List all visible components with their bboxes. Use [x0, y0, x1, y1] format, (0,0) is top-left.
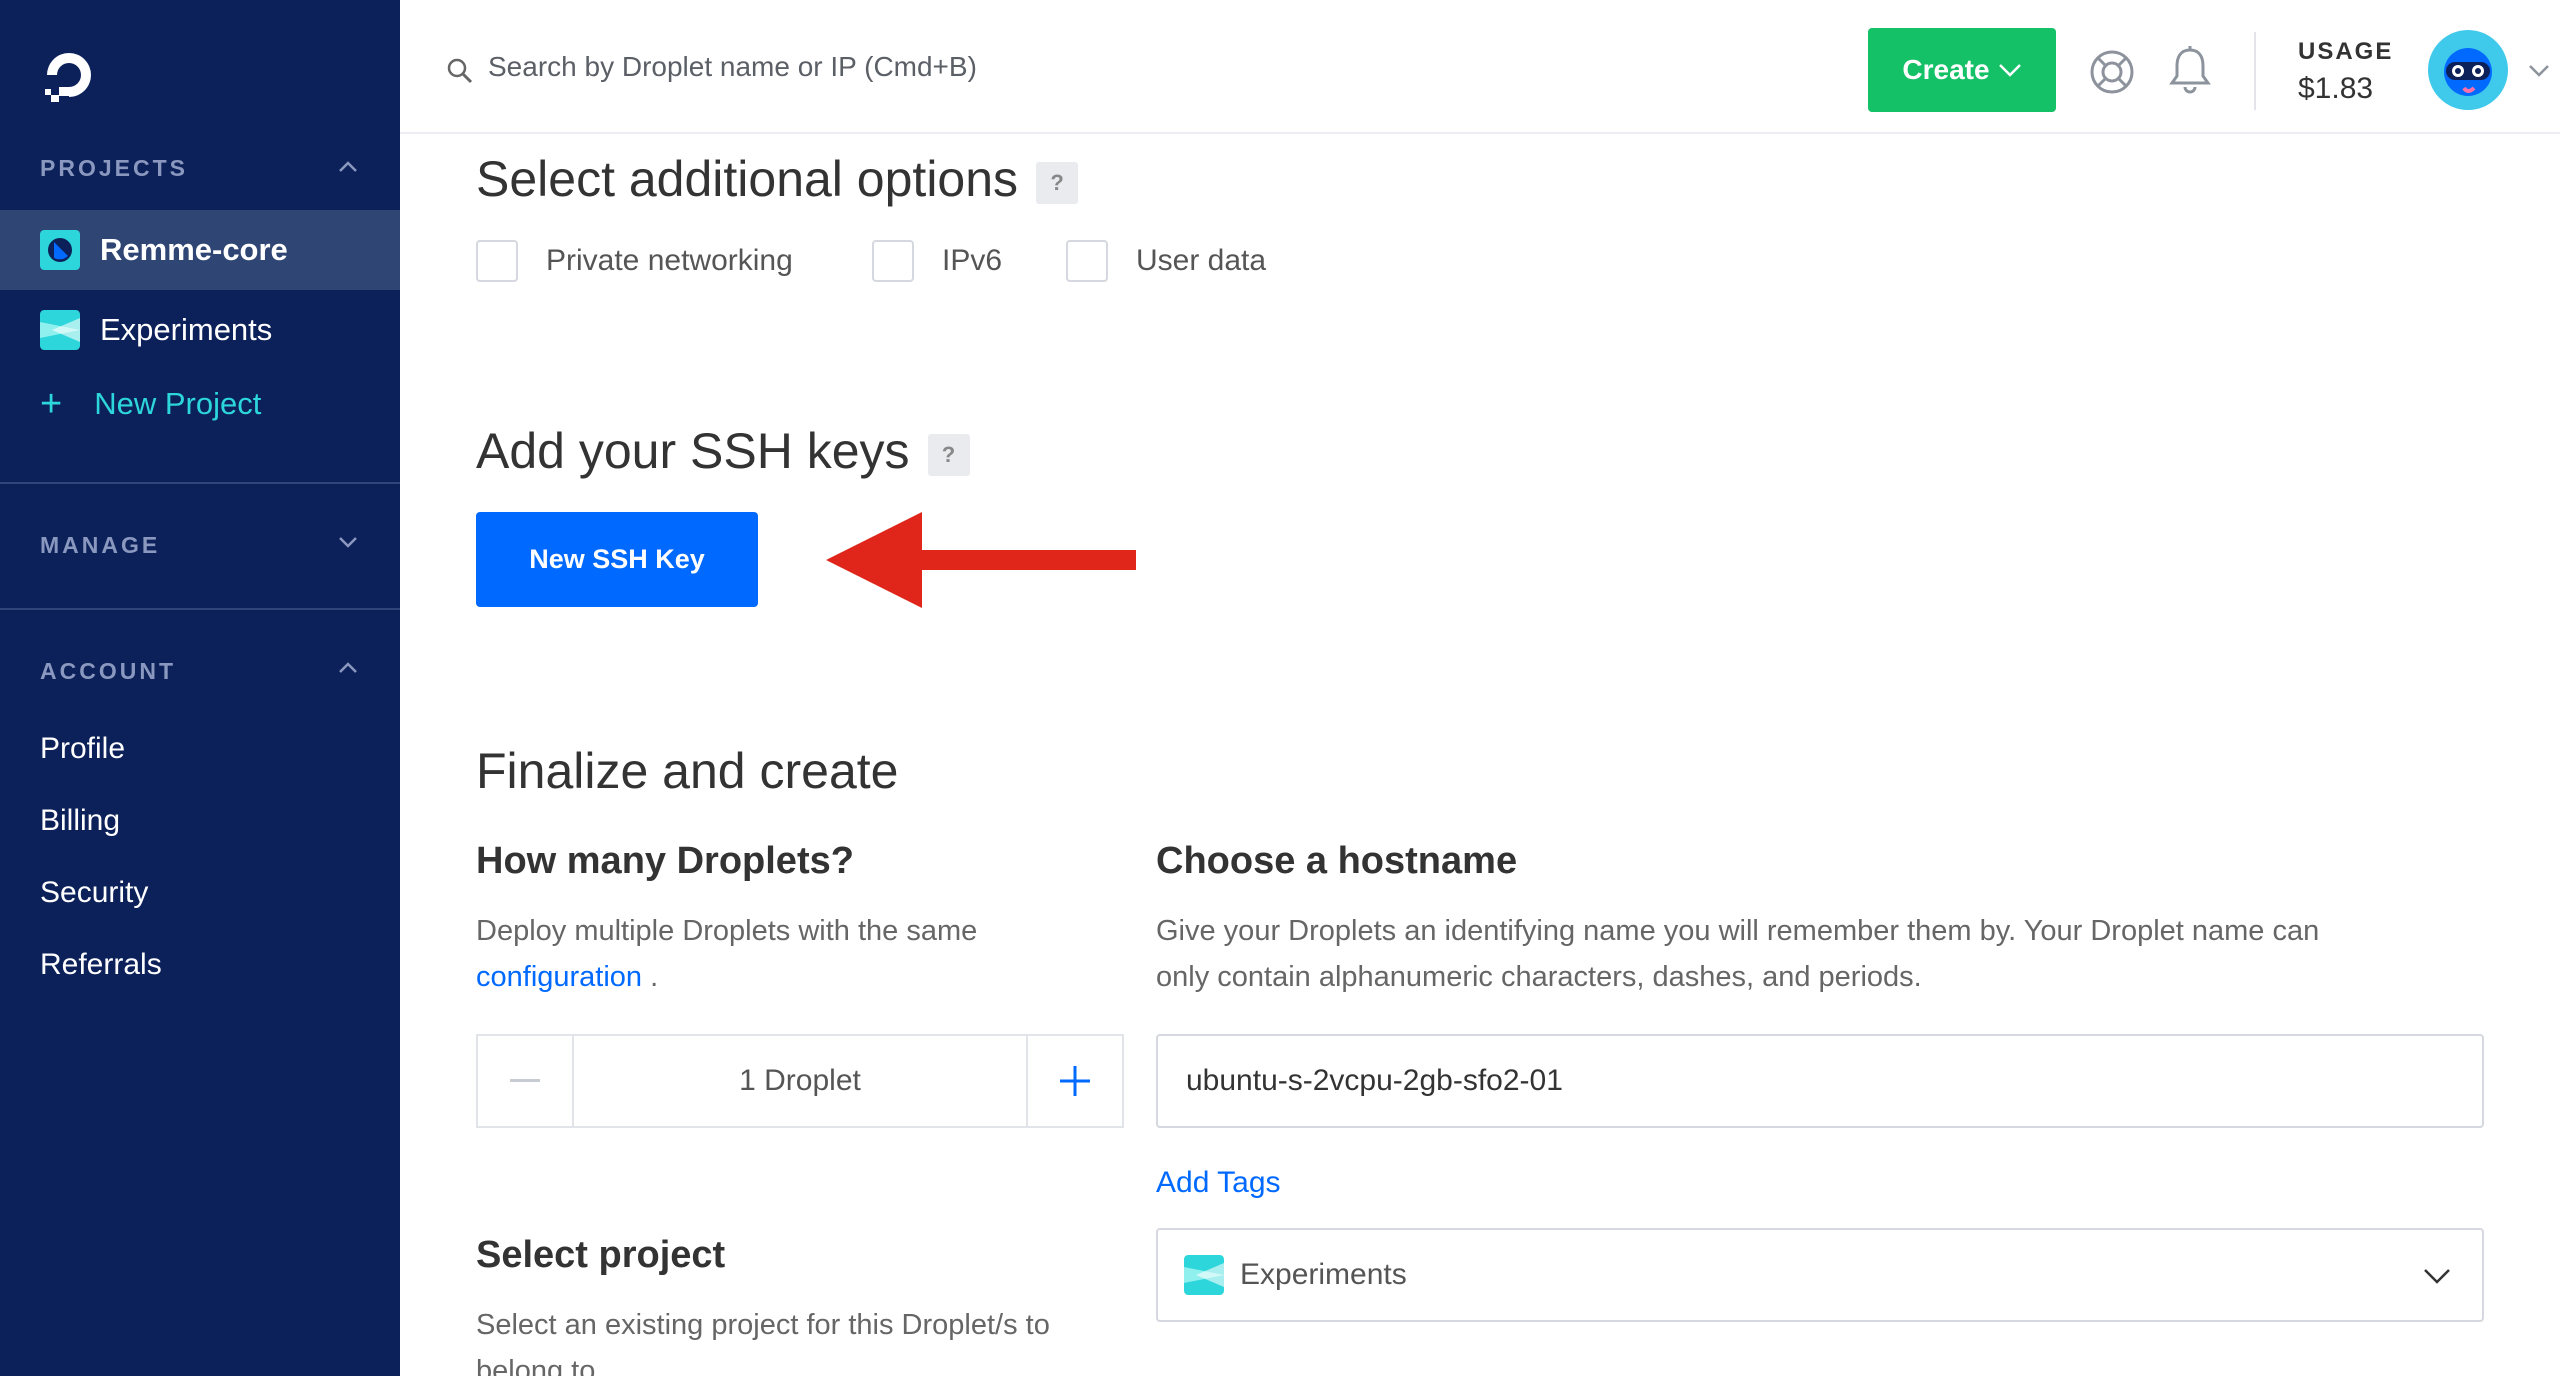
option-ipv6[interactable]: IPv6	[872, 240, 1002, 282]
chevron-up-icon[interactable]	[336, 656, 360, 680]
new-project-link[interactable]: + New Project	[40, 385, 261, 423]
account-section-title[interactable]: ACCOUNT	[40, 658, 176, 685]
droplets-desc-period: .	[650, 961, 659, 993]
configuration-link[interactable]: configuration	[476, 961, 642, 993]
new-project-label: New Project	[94, 386, 262, 421]
project-label: Experiments	[100, 312, 273, 347]
option-label: IPv6	[942, 244, 1003, 277]
search-icon	[447, 58, 473, 84]
chevron-down-icon[interactable]	[336, 530, 360, 554]
project-icon	[1184, 1255, 1224, 1295]
projects-section-title: PROJECTS	[40, 155, 188, 181]
project-icon	[40, 310, 80, 350]
additional-options-title-text: Select additional options	[476, 151, 1019, 207]
sidebar-link-security[interactable]: Security	[40, 876, 148, 910]
sidebar-project-experiments[interactable]: Experiments	[0, 290, 400, 370]
help-lifebuoy-icon[interactable]	[2088, 48, 2136, 96]
sidebar: PROJECTS Remme-core Experiments + New Pr…	[0, 0, 400, 1376]
digitalocean-logo-icon[interactable]	[38, 45, 100, 107]
avatar[interactable]	[2428, 30, 2508, 110]
hostname-title: Choose a hostname	[1156, 840, 1518, 882]
select-project-desc: Select an existing project for this Drop…	[476, 1302, 1136, 1376]
option-label: User data	[1136, 244, 1267, 277]
project-desc-line1: Select an existing project for this Drop…	[476, 1309, 1050, 1341]
decrement-button[interactable]	[478, 1036, 574, 1126]
droplets-desc-text: Deploy multiple Droplets with the same	[476, 915, 978, 947]
chevron-down-icon	[2424, 1269, 2450, 1284]
selected-project-label: Experiments	[1240, 1258, 1407, 1291]
sidebar-link-profile[interactable]: Profile	[40, 732, 125, 766]
additional-options-title: Select additional options?	[476, 150, 1079, 208]
create-button-label: Create	[1902, 54, 1990, 85]
sidebar-divider	[0, 608, 400, 610]
project-icon	[40, 230, 80, 270]
checkbox[interactable]	[476, 240, 518, 282]
project-desc-line2: belong to.	[476, 1355, 604, 1376]
chevron-down-icon[interactable]	[2526, 58, 2552, 82]
project-select[interactable]: Experiments	[1156, 1228, 2484, 1322]
droplet-count-value: 1 Droplet	[739, 1064, 861, 1097]
project-label: Remme-core	[100, 232, 288, 267]
help-badge[interactable]: ?	[927, 433, 970, 476]
select-project-title: Select project	[476, 1234, 726, 1276]
manage-section-title[interactable]: MANAGE	[40, 532, 160, 559]
ssh-keys-title-text: Add your SSH keys	[476, 423, 910, 479]
increment-button[interactable]	[1026, 1036, 1122, 1126]
droplets-count-desc: Deploy multiple Droplets with the same c…	[476, 908, 1096, 1000]
chevron-down-icon	[1998, 64, 2021, 77]
new-ssh-key-button[interactable]: New SSH Key	[476, 512, 758, 607]
droplets-count-title: How many Droplets?	[476, 840, 854, 882]
checkbox[interactable]	[1066, 240, 1108, 282]
droplet-quantity-stepper: 1 Droplet	[476, 1034, 1124, 1128]
option-user-data[interactable]: User data	[1066, 240, 1266, 282]
hostname-desc: Give your Droplets an identifying name y…	[1156, 908, 2516, 1000]
search-input[interactable]	[488, 44, 1188, 90]
minus-icon	[510, 1079, 540, 1082]
sidebar-divider	[0, 482, 400, 484]
plus-icon: +	[40, 383, 63, 425]
ssh-keys-title: Add your SSH keys?	[476, 422, 970, 480]
option-private-networking[interactable]: Private networking	[476, 240, 793, 282]
usage-label: USAGE	[2298, 38, 2394, 65]
topbar-divider	[2254, 32, 2256, 110]
sidebar-link-referrals[interactable]: Referrals	[40, 948, 162, 982]
hostname-desc-line1: Give your Droplets an identifying name y…	[1156, 915, 2320, 947]
sidebar-project-remme-core[interactable]: Remme-core	[0, 210, 400, 290]
hostname-desc-line2: only contain alphanumeric characters, da…	[1156, 961, 1922, 993]
usage-value: $1.83	[2298, 72, 2374, 105]
help-badge[interactable]: ?	[1036, 161, 1079, 204]
finalize-title: Finalize and create	[476, 743, 899, 799]
red-arrow-annotation-icon	[826, 512, 1136, 608]
chevron-up-icon[interactable]	[336, 155, 360, 179]
hostname-input[interactable]: ubuntu-s-2vcpu-2gb-sfo2-01	[1156, 1034, 2484, 1128]
top-bar: Create USAGE $1.83	[400, 0, 2560, 134]
option-label: Private networking	[546, 244, 793, 277]
plus-icon	[1060, 1066, 1090, 1096]
add-tags-link[interactable]: Add Tags	[1156, 1166, 1281, 1200]
checkbox[interactable]	[872, 240, 914, 282]
create-button[interactable]: Create	[1868, 28, 2056, 112]
bell-icon[interactable]	[2166, 44, 2214, 96]
sidebar-link-billing[interactable]: Billing	[40, 804, 120, 838]
